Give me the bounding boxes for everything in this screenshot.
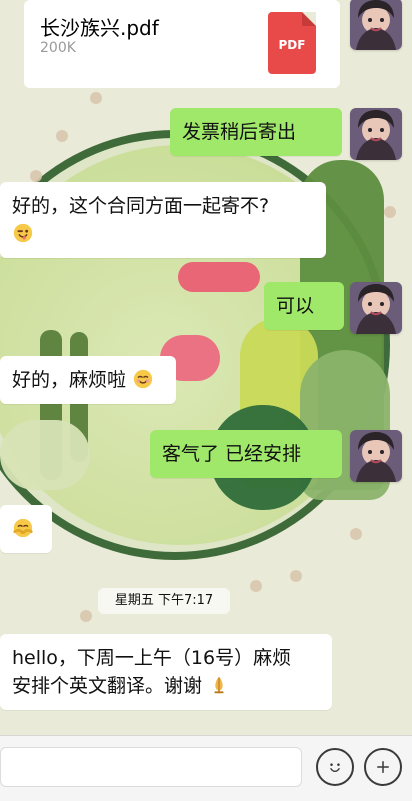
incoming-message[interactable] [0,505,52,553]
emoji-button[interactable] [316,748,354,786]
file-message-card[interactable]: 长沙族兴.pdf 200K PDF [24,0,340,88]
file-size: 200K [40,40,76,56]
message-text: 可以 [276,295,315,317]
message-text: 好的，麻烦啦 [12,369,127,391]
message-text: 安排个英文翻译。谢谢 [12,675,203,697]
avatar[interactable] [350,430,402,482]
avatar[interactable] [350,108,402,160]
hug-emoji-icon [13,518,33,538]
message-text: 好的，这个合同方面一起寄不? [12,195,270,217]
blush-smile-emoji-icon [133,369,153,389]
smile-icon [330,763,340,773]
pdf-label: PDF [278,38,306,52]
message-input-bar [0,735,412,801]
outgoing-message[interactable]: 发票稍后寄出 [170,108,342,156]
chat-thread: 长沙族兴.pdf 200K PDF 发票稍后寄出 好的，这个合同方面一起寄不? … [0,0,412,735]
incoming-message[interactable]: hello，下周一上午（16号）麻烦 安排个英文翻译。谢谢 [0,634,332,710]
avatar-image [350,430,402,482]
avatar-image [350,0,402,50]
pray-emoji-icon [214,676,224,694]
add-button[interactable] [364,748,402,786]
pdf-icon: PDF [268,12,316,74]
message-timestamp: 星期五 下午7:17 [98,588,230,614]
message-text: 客气了 已经安排 [162,443,302,465]
avatar[interactable] [350,0,402,50]
message-text: 发票稍后寄出 [182,121,297,143]
wink-tongue-emoji-icon [13,223,33,243]
outgoing-message[interactable]: 客气了 已经安排 [150,430,342,478]
file-name: 长沙族兴.pdf [40,16,159,40]
outgoing-message[interactable]: 可以 [264,282,344,330]
pdf-fold [302,12,316,26]
avatar-image [350,108,402,160]
message-text: hello，下周一上午（16号）麻烦 [12,647,292,669]
plus-icon [377,761,389,773]
avatar[interactable] [350,282,402,334]
message-input[interactable] [0,747,302,787]
incoming-message[interactable]: 好的，麻烦啦 [0,356,176,404]
avatar-image [350,282,402,334]
incoming-message[interactable]: 好的，这个合同方面一起寄不? [0,182,326,258]
